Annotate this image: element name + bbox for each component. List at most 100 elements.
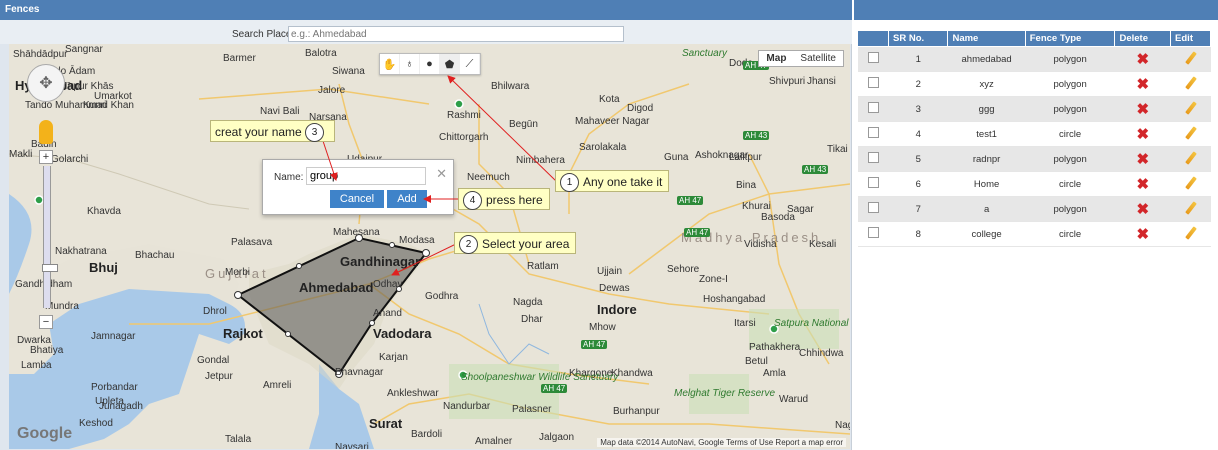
map-place-label: Vadodara xyxy=(373,326,432,341)
map-place-label: Burhanpur xyxy=(613,406,660,417)
search-input[interactable] xyxy=(288,26,624,42)
edit-pencil-icon[interactable] xyxy=(1184,225,1197,240)
hand-tool-icon[interactable]: ✋ xyxy=(380,54,400,74)
map-place-label: Vidisha xyxy=(744,239,777,250)
delete-icon[interactable]: ✖ xyxy=(1136,126,1149,143)
map-type-map-button[interactable]: Map xyxy=(759,51,793,66)
column-header: SR No. xyxy=(887,30,949,47)
edit-pencil-icon[interactable] xyxy=(1184,100,1197,115)
map-place-label: Mahesana xyxy=(333,227,380,238)
map-place-label: Lamba xyxy=(21,360,52,371)
map-place-label: Betul xyxy=(745,356,768,367)
map-place-label: Jalore xyxy=(318,85,346,96)
zoom-slider-handle[interactable] xyxy=(42,264,58,272)
marker-tool-icon[interactable]: ♁ xyxy=(400,54,420,74)
zoom-in-button[interactable]: + xyxy=(39,150,53,164)
map-place-label: Kesali xyxy=(809,239,837,250)
row-select-cell xyxy=(857,46,889,72)
edit-pencil-icon[interactable] xyxy=(1184,75,1197,90)
zoom-slider[interactable] xyxy=(42,166,58,308)
polyline-tool-icon[interactable]: ⟋ xyxy=(460,54,480,74)
map-place-label: Ahmedabad xyxy=(299,280,374,295)
delete-cell: ✖ xyxy=(1114,121,1171,147)
map-place-label: Rashmi xyxy=(447,110,481,121)
map-canvas[interactable]: Shāhdādpur Sangnar Barmer Balotra Siwana Sanc… xyxy=(9,44,850,449)
map-place-label: Bhuj xyxy=(89,260,118,275)
circle-tool-icon[interactable]: ● xyxy=(420,54,440,74)
map-place-label: Shivpuri xyxy=(769,76,806,87)
search-label: Search Place: xyxy=(232,29,295,40)
highway-shield: AH 43 xyxy=(743,131,770,140)
row-checkbox[interactable] xyxy=(867,177,879,188)
delete-icon[interactable]: ✖ xyxy=(1136,201,1149,218)
sr-no-cell: 7 xyxy=(888,196,948,222)
polygon-tool-icon[interactable]: ⬟ xyxy=(440,54,460,74)
map-place-label: Godhra xyxy=(425,291,459,302)
row-select-cell xyxy=(857,171,889,197)
edit-pencil-icon[interactable] xyxy=(1184,175,1197,190)
fence-name-input[interactable] xyxy=(306,167,426,185)
delete-cell: ✖ xyxy=(1114,221,1171,247)
map-place-label: Sarolakala xyxy=(579,142,627,153)
fence-name-cell: xyz xyxy=(947,71,1026,97)
row-checkbox[interactable] xyxy=(867,77,879,88)
highway-shield: AH 47 xyxy=(581,340,608,349)
row-checkbox[interactable] xyxy=(867,202,879,213)
delete-icon[interactable]: ✖ xyxy=(1136,176,1149,193)
table-row: 3 ggg polygon ✖ xyxy=(857,96,1211,122)
map-place-label: Begūn xyxy=(509,119,538,130)
delete-cell: ✖ xyxy=(1114,71,1171,97)
map-place-label: Bhavnagar xyxy=(335,367,384,378)
map-type-satellite-button[interactable]: Satellite xyxy=(793,51,843,66)
map-place-label: Jalgaon xyxy=(539,432,575,443)
highway-shield: AH 47 xyxy=(677,196,704,205)
map-place-label: Keshod xyxy=(79,418,113,429)
edit-pencil-icon[interactable] xyxy=(1184,125,1197,140)
zoom-out-button[interactable]: − xyxy=(39,315,53,329)
fence-name-cell: a xyxy=(947,196,1026,222)
map-place-label: Karjan xyxy=(379,352,408,363)
map-place-label: Ujjain xyxy=(597,266,623,277)
add-button[interactable]: Add xyxy=(387,190,427,208)
fence-name-cell: college xyxy=(947,221,1026,247)
map-place-label: Nagda xyxy=(513,297,543,308)
delete-icon[interactable]: ✖ xyxy=(1136,226,1149,243)
map-place-label: Bhilwara xyxy=(491,81,530,92)
highway-shield: AH 43 xyxy=(802,165,829,174)
cancel-button[interactable]: Cancel xyxy=(330,190,384,208)
map-place-label: Porbandar xyxy=(91,382,138,393)
close-icon[interactable]: ✕ xyxy=(436,166,447,182)
delete-icon[interactable]: ✖ xyxy=(1136,76,1149,93)
fence-name-cell: test1 xyxy=(947,121,1026,147)
map-place-label: Nagp xyxy=(835,420,850,431)
map-place-label: Siwana xyxy=(332,66,365,77)
row-checkbox[interactable] xyxy=(867,127,879,138)
delete-icon[interactable]: ✖ xyxy=(1136,51,1149,68)
pan-arrows-icon: ✥ xyxy=(39,75,53,92)
map-place-label: Ratlam xyxy=(527,261,559,272)
row-checkbox[interactable] xyxy=(867,102,879,113)
map-place-label: Guna xyxy=(664,152,689,163)
pan-control[interactable]: ✥ xyxy=(27,64,65,102)
street-view-pegman-icon[interactable] xyxy=(39,120,53,144)
map-place-label: Gandhinagar xyxy=(340,254,421,269)
delete-icon[interactable]: ✖ xyxy=(1136,101,1149,118)
map-place-label: Gondal xyxy=(197,355,230,366)
table-row: 7 a polygon ✖ xyxy=(857,196,1211,222)
edit-pencil-icon[interactable] xyxy=(1184,150,1197,165)
row-select-cell xyxy=(857,196,889,222)
row-checkbox[interactable] xyxy=(867,152,879,163)
delete-icon[interactable]: ✖ xyxy=(1136,151,1149,168)
sr-no-cell: 3 xyxy=(888,96,948,122)
fence-name-cell: Home xyxy=(947,171,1026,197)
delete-cell: ✖ xyxy=(1114,46,1171,72)
map-place-label: Ankleshwar xyxy=(387,388,439,399)
edit-pencil-icon[interactable] xyxy=(1184,50,1197,65)
row-select-cell xyxy=(857,71,889,97)
edit-pencil-icon[interactable] xyxy=(1184,200,1197,215)
map-place-label: Nandurbar xyxy=(443,401,491,412)
map-place-label: Lalitpur xyxy=(729,152,762,163)
row-checkbox[interactable] xyxy=(867,227,879,238)
map-place-label: Indore xyxy=(597,302,637,317)
row-checkbox[interactable] xyxy=(867,52,879,63)
